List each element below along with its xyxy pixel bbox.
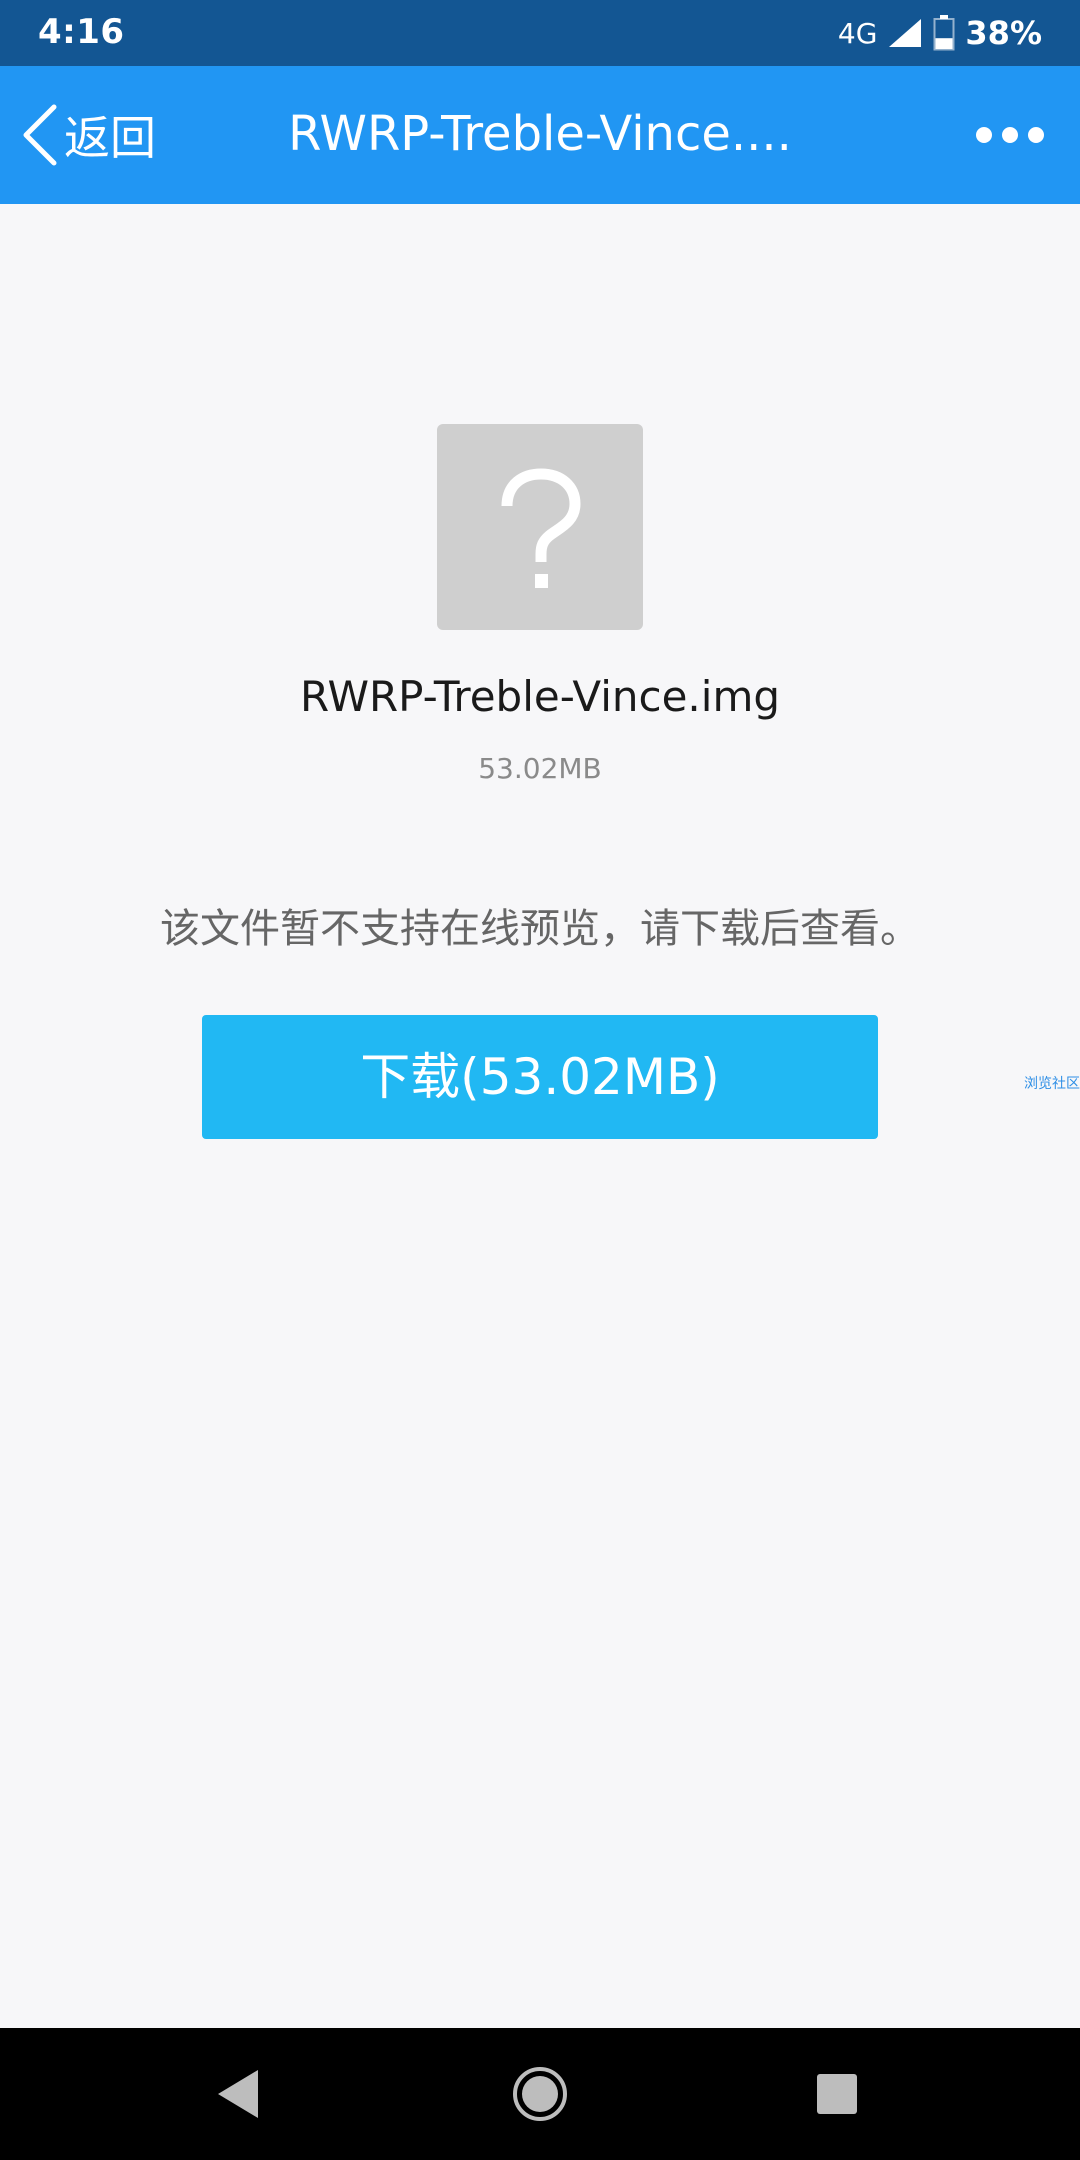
battery-percent: 38% (965, 14, 1042, 52)
back-label: 返回 (64, 111, 156, 165)
network-type: 4G (837, 16, 878, 50)
nav-bar: 返回 RWRP-Treble-Vince.... (0, 66, 1080, 204)
download-button[interactable]: 下载(53.02MB) (202, 1015, 878, 1139)
recents-square-icon[interactable] (815, 2072, 859, 2116)
watermark: 浏览社区 (1024, 1076, 1080, 1092)
system-nav-bar (0, 2028, 1080, 2160)
status-indicators: 4G 38% (838, 10, 1042, 56)
more-options-button[interactable] (970, 110, 1050, 160)
home-circle-icon[interactable] (510, 2064, 570, 2124)
file-name: RWRP-Treble-Vince.img (299, 672, 781, 721)
page-title: RWRP-Treble-Vince.... (288, 106, 792, 162)
question-mark-icon (501, 468, 581, 588)
preview-unsupported-notice: 该文件暂不支持在线预览，请下载后查看。 (160, 906, 920, 952)
more-dots-icon (976, 127, 1044, 143)
status-bar: 4:16 4G 38% (0, 0, 1080, 66)
file-type-icon (437, 424, 643, 630)
battery-icon (933, 15, 955, 51)
back-button[interactable]: 返回 (20, 96, 156, 174)
chevron-left-icon (23, 104, 57, 166)
file-size: 53.02MB (478, 752, 602, 785)
status-time: 4:16 (38, 12, 125, 52)
signal-icon (889, 19, 922, 47)
back-triangle-icon[interactable] (214, 2066, 262, 2122)
